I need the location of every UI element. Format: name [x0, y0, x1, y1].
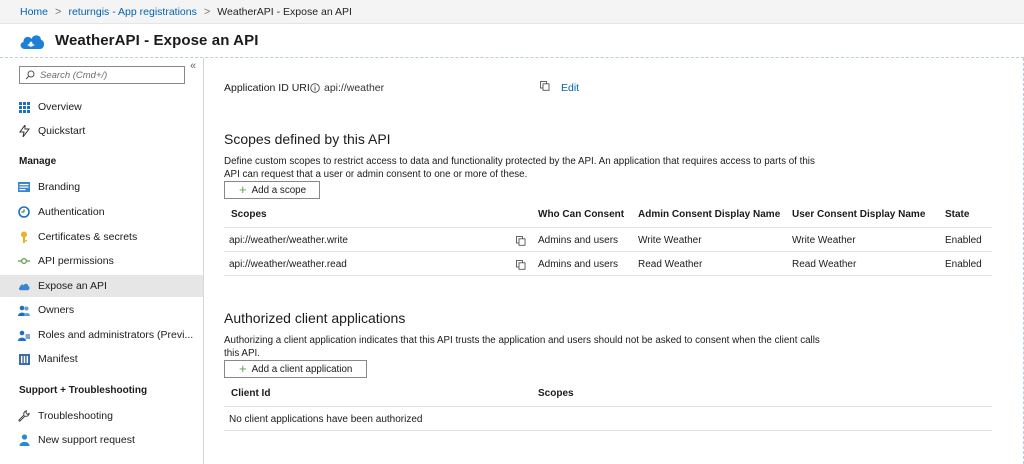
- search-box[interactable]: [19, 66, 185, 84]
- user-consent-display-name: Write Weather: [792, 235, 856, 246]
- sidebar-item-authentication[interactable]: Authentication: [0, 201, 203, 223]
- sidebar-item-expose-an-api[interactable]: Expose an API: [0, 275, 203, 297]
- admin-consent-display-name: Write Weather: [638, 235, 702, 246]
- no-clients-message: No client applications have been authori…: [229, 414, 423, 425]
- page-header: WeatherAPI - Expose an API: [0, 24, 1024, 58]
- roles-icon: [18, 329, 30, 341]
- table-row-divider: [224, 251, 992, 252]
- plus-icon: +: [239, 361, 247, 376]
- add-client-application-label: Add a client application: [251, 363, 353, 375]
- authentication-icon: [18, 206, 30, 218]
- edit-app-id-link[interactable]: Edit: [561, 82, 579, 94]
- overview-grid-icon: [18, 101, 30, 113]
- search-icon: [25, 70, 35, 80]
- breadcrumb-home[interactable]: Home: [20, 6, 48, 18]
- app-id-uri-label: Application ID URI: [224, 82, 310, 94]
- sidebar-item-label: API permissions: [38, 255, 114, 267]
- breadcrumb-app-registrations[interactable]: returngis - App registrations: [68, 6, 196, 18]
- table-row-divider: [224, 275, 992, 276]
- sidebar-section-support: Support + Troubleshooting: [19, 385, 148, 396]
- manifest-icon: [18, 353, 30, 365]
- sidebar-item-owners[interactable]: Owners: [0, 299, 203, 321]
- scopes-description-line2: API can request that a user or admin con…: [224, 169, 528, 180]
- info-icon[interactable]: [310, 83, 320, 93]
- sidebar-item-label: Authentication: [38, 206, 105, 218]
- col-header-scopes: Scopes: [231, 209, 267, 220]
- api-permissions-icon: [18, 255, 30, 267]
- search-input[interactable]: [40, 69, 180, 81]
- copy-icon[interactable]: [516, 236, 526, 246]
- sidebar-item-roles-and-administrators[interactable]: Roles and administrators (Previ...: [0, 324, 203, 346]
- col-header-user-consent: User Consent Display Name: [792, 209, 926, 220]
- sidebar-item-manifest[interactable]: Manifest: [0, 348, 203, 370]
- breadcrumb-chevron-icon: >: [203, 5, 211, 18]
- add-scope-label: Add a scope: [251, 184, 307, 196]
- sidebar-item-api-permissions[interactable]: API permissions: [0, 250, 203, 272]
- copy-icon[interactable]: [516, 260, 526, 270]
- sidebar-item-label: Troubleshooting: [38, 410, 113, 422]
- clients-description-line1: Authorizing a client application indicat…: [224, 335, 820, 346]
- add-scope-button[interactable]: + Add a scope: [224, 181, 320, 199]
- sidebar-item-label: Manifest: [38, 353, 78, 365]
- wrench-icon: [18, 410, 30, 422]
- plus-icon: +: [239, 182, 247, 197]
- page-title: WeatherAPI - Expose an API: [55, 32, 259, 49]
- col-header-state: State: [945, 209, 970, 220]
- cloud-icon: [18, 280, 30, 292]
- authorized-clients-heading: Authorized client applications: [224, 310, 406, 326]
- col-header-client-id: Client Id: [231, 388, 271, 399]
- scope-state: Enabled: [945, 235, 982, 246]
- sidebar: « Overview Quickstart Manage Branding Au…: [0, 58, 204, 464]
- cloud-icon: [20, 34, 45, 49]
- admin-consent-display-name: Read Weather: [638, 259, 703, 270]
- branding-icon: [18, 181, 30, 193]
- copy-icon[interactable]: [540, 81, 550, 91]
- breadcrumb-chevron-icon: >: [55, 5, 62, 18]
- scope-name: api://weather/weather.write: [229, 235, 348, 246]
- sidebar-item-label: Branding: [38, 181, 81, 193]
- who-can-consent: Admins and users: [538, 259, 619, 270]
- sidebar-item-quickstart[interactable]: Quickstart: [0, 120, 203, 142]
- col-header-who-can-consent: Who Can Consent: [538, 209, 625, 220]
- sidebar-item-label: Certificates & secrets: [38, 231, 138, 243]
- sidebar-item-overview[interactable]: Overview: [0, 96, 203, 118]
- app-id-uri-value: api://weather: [324, 82, 385, 94]
- breadcrumb: Home > returngis - App registrations > W…: [0, 0, 1024, 24]
- sidebar-item-label: Expose an API: [38, 280, 107, 292]
- scope-state: Enabled: [945, 259, 982, 270]
- add-client-application-button[interactable]: + Add a client application: [224, 360, 367, 378]
- scopes-description-line1: Define custom scopes to restrict access …: [224, 156, 815, 167]
- scopes-heading: Scopes defined by this API: [224, 131, 391, 147]
- user-consent-display-name: Read Weather: [792, 259, 857, 270]
- collapse-sidebar-icon[interactable]: «: [190, 60, 196, 72]
- clients-description-line2: this API.: [224, 348, 260, 359]
- breadcrumb-current: WeatherAPI - Expose an API: [217, 5, 352, 18]
- sidebar-item-troubleshooting[interactable]: Troubleshooting: [0, 405, 203, 427]
- col-header-admin-consent: Admin Consent Display Name: [638, 209, 781, 220]
- col-header-client-scopes: Scopes: [538, 388, 574, 399]
- sidebar-section-manage: Manage: [19, 156, 57, 167]
- sidebar-item-new-support-request[interactable]: New support request: [0, 429, 203, 451]
- sidebar-item-certificates[interactable]: Certificates & secrets: [0, 226, 203, 248]
- table-divider: [224, 227, 992, 228]
- owners-icon: [18, 304, 30, 316]
- scope-name: api://weather/weather.read: [229, 259, 347, 270]
- sidebar-item-branding[interactable]: Branding: [0, 176, 203, 198]
- sidebar-item-label: Quickstart: [38, 125, 86, 137]
- main-content: Application ID URI api://weather Edit Sc…: [205, 58, 1024, 464]
- table-divider: [224, 406, 992, 407]
- key-icon: [18, 231, 30, 243]
- who-can-consent: Admins and users: [538, 235, 619, 246]
- support-person-icon: [18, 434, 30, 446]
- sidebar-item-label: New support request: [38, 434, 135, 446]
- sidebar-item-label: Overview: [38, 101, 82, 113]
- sidebar-item-label: Roles and administrators (Previ...: [38, 329, 194, 341]
- sidebar-item-label: Owners: [38, 304, 75, 316]
- table-row-divider: [224, 430, 992, 431]
- quickstart-bolt-icon: [18, 125, 30, 137]
